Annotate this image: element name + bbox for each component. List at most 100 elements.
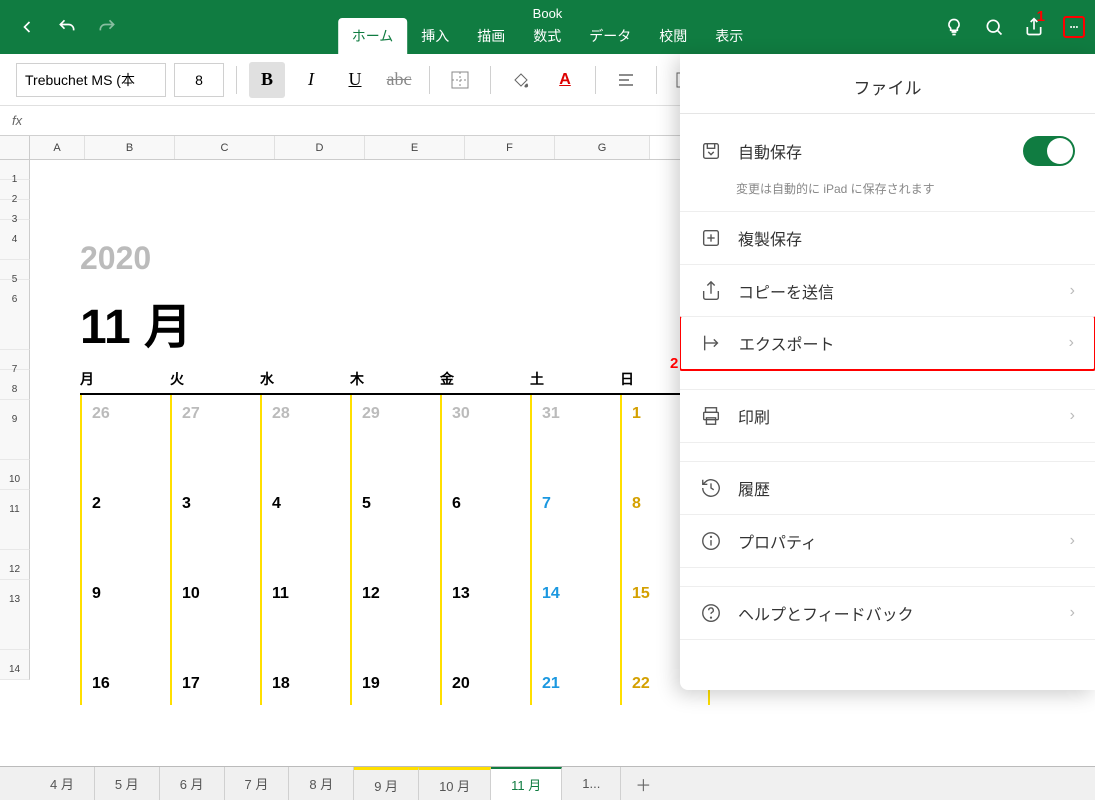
day-cell[interactable]: 21 [530,665,620,705]
day-cell[interactable]: 26 [80,395,170,485]
tab-data[interactable]: データ [575,18,645,54]
day-cell[interactable]: 4 [260,485,350,575]
col-header[interactable]: G [555,136,650,159]
undo-button[interactable] [56,16,78,38]
day-cell[interactable]: 11 [260,575,350,665]
export-icon [701,332,723,354]
sheet-tab[interactable]: 5 月 [95,767,160,800]
duplicate-save-button[interactable]: 複製保存 [680,212,1095,264]
align-button[interactable] [608,62,644,98]
col-header[interactable]: C [175,136,275,159]
autosave-hint: 変更は自動的に iPad に保存されます [680,180,1095,211]
print-icon [700,405,722,427]
col-header[interactable]: D [275,136,365,159]
bold-button[interactable]: B [249,62,285,98]
tab-formulas[interactable]: 数式 [519,18,575,54]
duplicate-icon [700,227,722,249]
chevron-right-icon: › [1070,532,1075,550]
day-cell[interactable]: 14 [530,575,620,665]
history-button[interactable]: 履歴 [680,462,1095,514]
day-cell[interactable]: 28 [260,395,350,485]
day-cell[interactable]: 20 [440,665,530,705]
help-icon [700,602,722,624]
select-all-corner[interactable] [0,136,30,159]
day-cell[interactable]: 2 [80,485,170,575]
dow-wed: 水 [260,369,350,395]
row-header[interactable]: 11 [0,490,30,550]
day-cell[interactable]: 29 [350,395,440,485]
row-header[interactable]: 14 [0,650,30,680]
col-header[interactable]: E [365,136,465,159]
autosave-toggle[interactable] [1023,136,1075,166]
day-cell[interactable]: 13 [440,575,530,665]
underline-button[interactable]: U [337,62,373,98]
row-header[interactable]: 8 [0,370,30,400]
back-button[interactable] [16,16,38,38]
day-cell[interactable]: 17 [170,665,260,705]
autosave-toggle-row[interactable]: 自動保存 [680,122,1095,180]
day-cell[interactable]: 10 [170,575,260,665]
tab-review[interactable]: 校閲 [645,18,701,54]
tab-draw[interactable]: 描画 [463,18,519,54]
dow-sat: 土 [530,369,620,395]
send-icon [700,280,722,302]
day-cell[interactable]: 18 [260,665,350,705]
font-name-select[interactable]: Trebuchet MS (本 [16,63,166,97]
day-cell[interactable]: 3 [170,485,260,575]
day-cell[interactable]: 6 [440,485,530,575]
row-header[interactable]: 6 [0,280,30,350]
export-button[interactable]: エクスポート › [680,316,1095,371]
sheet-tab[interactable]: 4 月 [30,767,95,800]
fill-color-button[interactable] [503,62,539,98]
day-cell[interactable]: 27 [170,395,260,485]
sheet-tab[interactable]: 9 月 [354,767,419,800]
col-header[interactable]: B [85,136,175,159]
day-cell[interactable]: 19 [350,665,440,705]
font-size-select[interactable]: 8 [174,63,224,97]
sheet-tab[interactable]: 8 月 [289,767,354,800]
day-cell[interactable]: 9 [80,575,170,665]
properties-button[interactable]: プロパティ › [680,514,1095,567]
day-cell[interactable]: 12 [350,575,440,665]
day-cell[interactable]: 7 [530,485,620,575]
tab-home[interactable]: ホーム [338,18,408,54]
search-icon[interactable] [983,16,1005,38]
day-cell[interactable]: 31 [530,395,620,485]
col-header[interactable]: A [30,136,85,159]
row-header[interactable]: 4 [0,220,30,260]
row-header[interactable]: 10 [0,460,30,490]
annotation-2: 2 [670,355,678,372]
more-button[interactable] [1063,16,1085,38]
sheet-tab[interactable]: 6 月 [160,767,225,800]
row-header[interactable]: 13 [0,580,30,650]
day-cell[interactable]: 16 [80,665,170,705]
lightbulb-icon[interactable] [943,16,965,38]
sheet-tab-active[interactable]: 11 月 [491,767,562,800]
borders-button[interactable] [442,62,478,98]
italic-button[interactable]: I [293,62,329,98]
send-copy-button[interactable]: コピーを送信 › [680,264,1095,317]
sheet-tab[interactable]: 10 月 [419,767,491,800]
sheet-tab[interactable]: 1... [562,767,621,800]
tab-view[interactable]: 表示 [701,18,757,54]
print-button[interactable]: 印刷 › [680,390,1095,442]
sheet-tab[interactable]: 7 月 [225,767,290,800]
row-header[interactable]: 7 [0,350,30,370]
day-cell[interactable]: 30 [440,395,530,485]
add-sheet-button[interactable]: ＋ [621,767,665,800]
font-color-button[interactable]: A [547,62,583,98]
redo-button[interactable] [96,16,118,38]
row-header[interactable]: 1 [0,160,30,180]
help-feedback-button[interactable]: ヘルプとフィードバック › [680,587,1095,639]
row-header[interactable]: 9 [0,400,30,460]
col-header[interactable]: F [465,136,555,159]
autosave-label: 自動保存 [738,139,1007,163]
day-cell[interactable]: 5 [350,485,440,575]
row-header[interactable]: 3 [0,200,30,220]
tab-insert[interactable]: 挿入 [407,18,463,54]
row-header[interactable]: 2 [0,180,30,200]
chevron-right-icon: › [1070,604,1075,622]
strikethrough-button[interactable]: abc [381,62,417,98]
row-header[interactable]: 5 [0,260,30,280]
row-header[interactable]: 12 [0,550,30,580]
